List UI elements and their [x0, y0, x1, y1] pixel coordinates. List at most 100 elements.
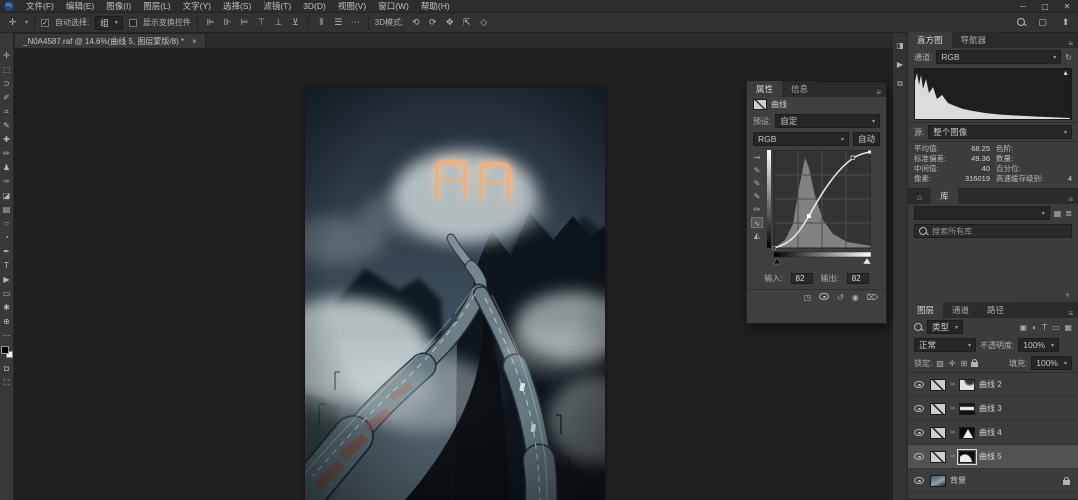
- home-tab-icon[interactable]: ⌂: [908, 190, 931, 204]
- layer-row-曲线 4[interactable]: ∞曲线 4: [908, 421, 1078, 445]
- menu-item-8[interactable]: 视图(V): [332, 0, 372, 13]
- channel-dropdown[interactable]: RGB ▾: [753, 132, 849, 146]
- align-left-icon[interactable]: ⊫: [204, 17, 217, 28]
- layer-name[interactable]: 曲线 4: [979, 427, 1002, 438]
- marquee-tool[interactable]: ⬚: [0, 63, 13, 76]
- source-dropdown[interactable]: 整个图像 ▾: [928, 125, 1072, 139]
- delete-icon[interactable]: ⌦: [867, 293, 878, 302]
- color-panel-icon[interactable]: ◨: [896, 41, 904, 50]
- layer-name[interactable]: 背景: [950, 475, 966, 486]
- align-top-icon[interactable]: ⊤: [255, 17, 268, 28]
- tab-paths[interactable]: 路径: [978, 302, 1013, 318]
- canvas-area[interactable]: 属性 信息 ≡ 曲线 预设: 自定 ▾ RGB ▾: [14, 48, 893, 500]
- panel-menu-icon[interactable]: ≡: [1063, 195, 1078, 204]
- show-transform-checkbox[interactable]: [129, 19, 137, 27]
- layer-thumbnail[interactable]: [930, 475, 946, 487]
- panel-menu-icon[interactable]: ≡: [1063, 39, 1078, 48]
- auto-select-checkbox[interactable]: ✓: [41, 19, 49, 27]
- layer-mask-thumbnail[interactable]: [959, 403, 975, 415]
- distribute-gap-icon[interactable]: ⋯: [349, 17, 362, 28]
- align-middle-icon[interactable]: ⊥: [272, 17, 285, 28]
- visibility-toggle[interactable]: [912, 453, 926, 460]
- visibility-toggle[interactable]: [912, 381, 926, 388]
- panel-menu-icon[interactable]: ≡: [871, 88, 886, 97]
- layer-row-背景[interactable]: 背景: [908, 469, 1078, 493]
- visibility-toggle[interactable]: [912, 429, 926, 436]
- shape-tool[interactable]: ▭: [0, 287, 13, 300]
- filter-smartobject-icon[interactable]: ▦: [1064, 323, 1072, 332]
- history-brush-tool[interactable]: ✑: [0, 175, 13, 188]
- brush-tool[interactable]: ✏: [0, 147, 13, 160]
- layer-filter-dropdown[interactable]: 类型 ▾: [927, 320, 963, 334]
- layer-mask-thumbnail[interactable]: [959, 379, 975, 391]
- visibility-eye-icon[interactable]: [819, 293, 829, 300]
- refresh-icon[interactable]: ↻: [1065, 53, 1072, 62]
- quick-select-tool[interactable]: ✐: [0, 91, 13, 104]
- 3d-pan-icon[interactable]: ✥: [443, 17, 456, 28]
- output-value[interactable]: 82: [847, 273, 869, 284]
- 3d-roll-icon[interactable]: ⟳: [426, 17, 439, 28]
- menu-item-6[interactable]: 滤镜(T): [257, 0, 297, 13]
- filter-pixel-icon[interactable]: ▣: [1020, 323, 1028, 332]
- add-library-icon[interactable]: +: [1065, 290, 1070, 300]
- tab-libraries[interactable]: 库: [931, 188, 958, 204]
- share-icon[interactable]: ⬆: [1059, 17, 1072, 28]
- menu-item-3[interactable]: 图层(L): [137, 0, 176, 13]
- canvas-image[interactable]: [305, 88, 605, 500]
- 3d-rotate-icon[interactable]: ⟲: [409, 17, 422, 28]
- lasso-tool[interactable]: ⊃: [0, 77, 13, 90]
- menu-item-10[interactable]: 帮助(H): [415, 0, 456, 13]
- hand-tool[interactable]: ✱: [0, 301, 13, 314]
- adjustment-layer-icon[interactable]: [930, 403, 946, 415]
- adjustment-layer-icon[interactable]: [930, 427, 946, 439]
- menu-item-7[interactable]: 3D(D): [297, 0, 332, 13]
- filter-type-icon[interactable]: T: [1042, 323, 1047, 332]
- minimize-button[interactable]: ─: [1012, 0, 1034, 13]
- align-bottom-icon[interactable]: ⊻: [289, 17, 302, 28]
- adjustment-layer-icon[interactable]: [930, 451, 946, 463]
- blend-mode-dropdown[interactable]: 正常 ▾: [914, 338, 976, 352]
- input-value[interactable]: 82: [791, 273, 813, 284]
- lock-pixels-icon[interactable]: ✛: [949, 359, 956, 368]
- curve-grid[interactable]: [765, 148, 882, 270]
- menu-item-2[interactable]: 图像(I): [100, 0, 137, 13]
- align-center-h-icon[interactable]: ⊪: [221, 17, 234, 28]
- crop-tool[interactable]: ⌗: [0, 105, 13, 118]
- view-prev-icon[interactable]: ◉: [852, 293, 859, 302]
- path-select-tool[interactable]: ▶: [0, 273, 13, 286]
- histogram-warning-icon[interactable]: ▲: [1062, 70, 1069, 77]
- tab-channels[interactable]: 通道: [943, 302, 978, 318]
- layer-row-曲线 2[interactable]: ∞曲线 2: [908, 373, 1078, 397]
- opacity-dropdown[interactable]: 100% ▾: [1018, 338, 1059, 352]
- menu-item-5[interactable]: 选择(S): [217, 0, 257, 13]
- layer-row-曲线 3[interactable]: ∞曲线 3: [908, 397, 1078, 421]
- zoom-tool[interactable]: ⊕: [0, 315, 13, 328]
- tab-properties[interactable]: 属性: [747, 81, 782, 97]
- pen-tool[interactable]: ✒: [0, 245, 13, 258]
- layer-mask-thumbnail[interactable]: [959, 451, 975, 463]
- close-button[interactable]: ✕: [1056, 0, 1078, 13]
- dodge-tool[interactable]: ◔: [0, 231, 13, 244]
- more-tools[interactable]: ⋯: [0, 329, 13, 342]
- filter-adjustment-icon[interactable]: ◐: [1032, 323, 1037, 332]
- clip-to-layer-icon[interactable]: ◳: [803, 293, 811, 302]
- white-eyedropper-icon[interactable]: ✎: [751, 191, 763, 202]
- grid-view-icon[interactable]: ▦: [1054, 209, 1062, 218]
- smooth-curve-icon[interactable]: ∿: [751, 217, 763, 228]
- eraser-tool[interactable]: ◪: [0, 189, 13, 202]
- color-swatches[interactable]: [1, 346, 13, 358]
- tab-layers[interactable]: 图层: [908, 302, 943, 318]
- move-tool-icon[interactable]: ✛: [6, 17, 19, 28]
- healing-brush-tool[interactable]: ✚: [0, 133, 13, 146]
- tab-navigator[interactable]: 导航器: [952, 32, 996, 48]
- gray-eyedropper-icon[interactable]: ✎: [751, 178, 763, 189]
- layer-name[interactable]: 曲线 2: [979, 379, 1002, 390]
- layer-mask-thumbnail[interactable]: [959, 427, 975, 439]
- clip-warning-icon[interactable]: ◭: [751, 230, 763, 241]
- library-sort-dropdown[interactable]: ▾: [914, 206, 1050, 220]
- 3d-slide-icon[interactable]: ⇱: [460, 17, 473, 28]
- panel-menu-icon[interactable]: ≡: [1063, 309, 1078, 318]
- 3d-scale-icon[interactable]: ◇: [477, 17, 490, 28]
- pencil-curve-icon[interactable]: ✏: [751, 204, 763, 215]
- reset-icon[interactable]: ↺: [837, 293, 844, 302]
